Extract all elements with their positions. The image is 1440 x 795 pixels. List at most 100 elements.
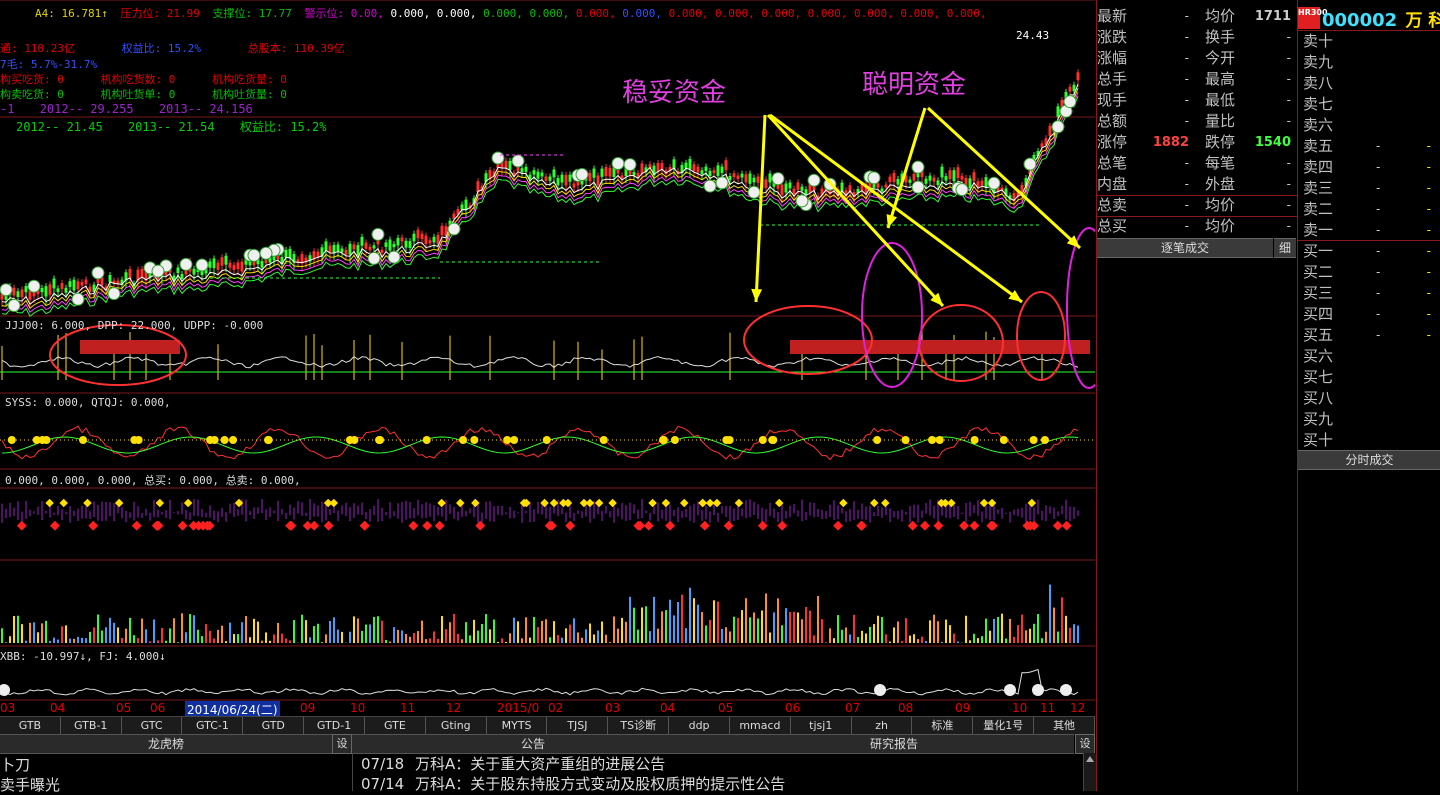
equity-ratio: 权益比: 15.2%: [121, 42, 201, 55]
indicator-tab[interactable]: GTC: [122, 717, 183, 735]
announcement-scrollbar[interactable]: [1083, 753, 1096, 791]
candle-body: [404, 240, 408, 248]
tick-detail-button[interactable]: 细: [1274, 238, 1296, 258]
indicator-tab[interactable]: TS诊断: [608, 717, 670, 735]
star-marker: [901, 436, 910, 444]
quote-value: -: [1184, 219, 1189, 233]
research-header[interactable]: 研究报告: [714, 734, 1074, 754]
indicator-tab[interactable]: ddp: [669, 717, 730, 735]
research-settings-button[interactable]: 设: [1075, 734, 1095, 754]
diamond-marker: [665, 520, 676, 531]
indicator-tab[interactable]: 其他: [1034, 717, 1095, 735]
candle-body: [460, 204, 464, 210]
diamond-marker: [153, 520, 164, 531]
quote-label: 涨幅: [1097, 49, 1128, 67]
smiley-marker: [1060, 684, 1072, 696]
dragon-tiger-header[interactable]: 龙虎榜: [0, 734, 332, 754]
quote-value: -: [1184, 198, 1189, 212]
quote-label: 均价: [1205, 7, 1236, 25]
candle-body: [508, 160, 512, 171]
smiley-marker: [259, 246, 273, 260]
star-marker: [758, 436, 767, 444]
dragon-tiger-item-2[interactable]: 卖手曝光: [0, 774, 60, 795]
announcement-header[interactable]: 公告: [352, 734, 714, 754]
indicator-tab[interactable]: GTE: [365, 717, 426, 735]
diamond-marker: [323, 498, 333, 508]
smiley-marker: [447, 222, 461, 236]
diamond-marker: [839, 498, 848, 508]
diamond-marker: [833, 520, 843, 531]
indicator-tab[interactable]: mmacd: [730, 717, 791, 735]
indicator-tab[interactable]: GTD: [243, 717, 305, 735]
diamond-marker: [648, 498, 657, 508]
candle-body: [240, 261, 244, 272]
pressure-level: 压力位: 21.99: [120, 7, 200, 20]
order-book-price: -: [1376, 181, 1381, 195]
inst-buy-volume: 机构吃货量: 0: [212, 73, 287, 86]
order-book-volume: -: [1426, 160, 1431, 174]
announcement-item[interactable]: 07/18 万科A：关于重大资产重组的进展公告: [361, 753, 665, 774]
quote-label: 内盘: [1097, 175, 1128, 193]
indicator-tab[interactable]: GTD-1: [304, 717, 365, 735]
smiley-marker: [27, 279, 41, 293]
candle-body: [756, 176, 760, 183]
warning-value: 0.000,: [847, 7, 894, 20]
smiley-marker: [7, 299, 21, 313]
scroll-up-icon[interactable]: [1086, 756, 1094, 762]
smiley-marker: [623, 158, 637, 172]
diamond-marker: [131, 520, 142, 531]
warning-values: 0.00, 0.000, 0.000, 0.000, 0.000, 0.000,…: [351, 7, 987, 20]
indicator-tab[interactable]: 量化1号: [973, 717, 1035, 735]
diamond-marker: [177, 520, 188, 531]
quote-row: 涨停 1882 跌停 1540: [1097, 132, 1297, 153]
warning-value: 0.000,: [476, 7, 523, 20]
indicator-tab[interactable]: GTB-1: [61, 717, 122, 735]
smiley-marker: [387, 250, 401, 264]
candle-body: [416, 229, 420, 239]
date-axis-label: 08: [898, 701, 914, 715]
dragon-tiger-item-1[interactable]: 卜刀: [0, 754, 30, 775]
diamond-marker: [359, 520, 370, 531]
announcement-title: 公告: [520, 737, 545, 751]
tick-trade-button[interactable]: 逐笔成交: [1097, 238, 1273, 258]
diamond-marker: [987, 498, 997, 508]
candle-body: [408, 241, 412, 249]
smiley-marker: [367, 251, 381, 265]
candle-body: [712, 170, 716, 174]
indicator-tab[interactable]: zh: [852, 717, 913, 735]
candle-body: [536, 171, 540, 179]
timeshare-trade-button[interactable]: 分时成交: [1298, 450, 1440, 470]
candle-body: [392, 243, 396, 248]
smiley-marker: [1023, 157, 1037, 171]
candle-body: [400, 237, 404, 242]
candle-body: [356, 245, 360, 256]
indicator-tab[interactable]: TJSJ: [548, 717, 609, 735]
candle-body: [216, 262, 220, 270]
diamond-marker: [183, 498, 193, 508]
indicator-tab[interactable]: tjsj1: [791, 717, 852, 735]
star-marker: [130, 436, 139, 444]
indicator-tab[interactable]: Gting: [426, 717, 487, 735]
order-book-level: 买三: [1303, 284, 1334, 302]
candle-body: [324, 241, 328, 251]
dragon-tiger-settings-button[interactable]: 设: [332, 734, 352, 754]
warning-value: 0.000,: [893, 7, 941, 20]
candle-body: [380, 249, 384, 253]
indicator-tab[interactable]: 标准: [913, 717, 974, 735]
kline-chart-area[interactable]: A4: 16.781↑ 压力位: 21.99 支撑位: 17.77 警示位: 0…: [0, 0, 1095, 718]
indicator-tab[interactable]: GTC-1: [183, 717, 244, 735]
candle-body: [428, 240, 432, 244]
indicator-tab[interactable]: GTB: [0, 717, 61, 735]
date-axis-label: 04: [660, 701, 676, 715]
nav-2013: 2013-- 21.54: [127, 120, 215, 134]
candle-body: [284, 249, 288, 258]
star-marker: [376, 436, 385, 444]
warning-value: 0.000,: [430, 7, 477, 20]
quote-label: 今开: [1205, 49, 1236, 67]
indicator-tab[interactable]: MYTS: [487, 717, 548, 735]
candle-body: [884, 184, 888, 188]
annotation-ellipse: [49, 324, 187, 386]
order-book-level: 卖三: [1303, 179, 1334, 197]
star-marker: [459, 436, 468, 444]
candle-body: [620, 175, 624, 179]
